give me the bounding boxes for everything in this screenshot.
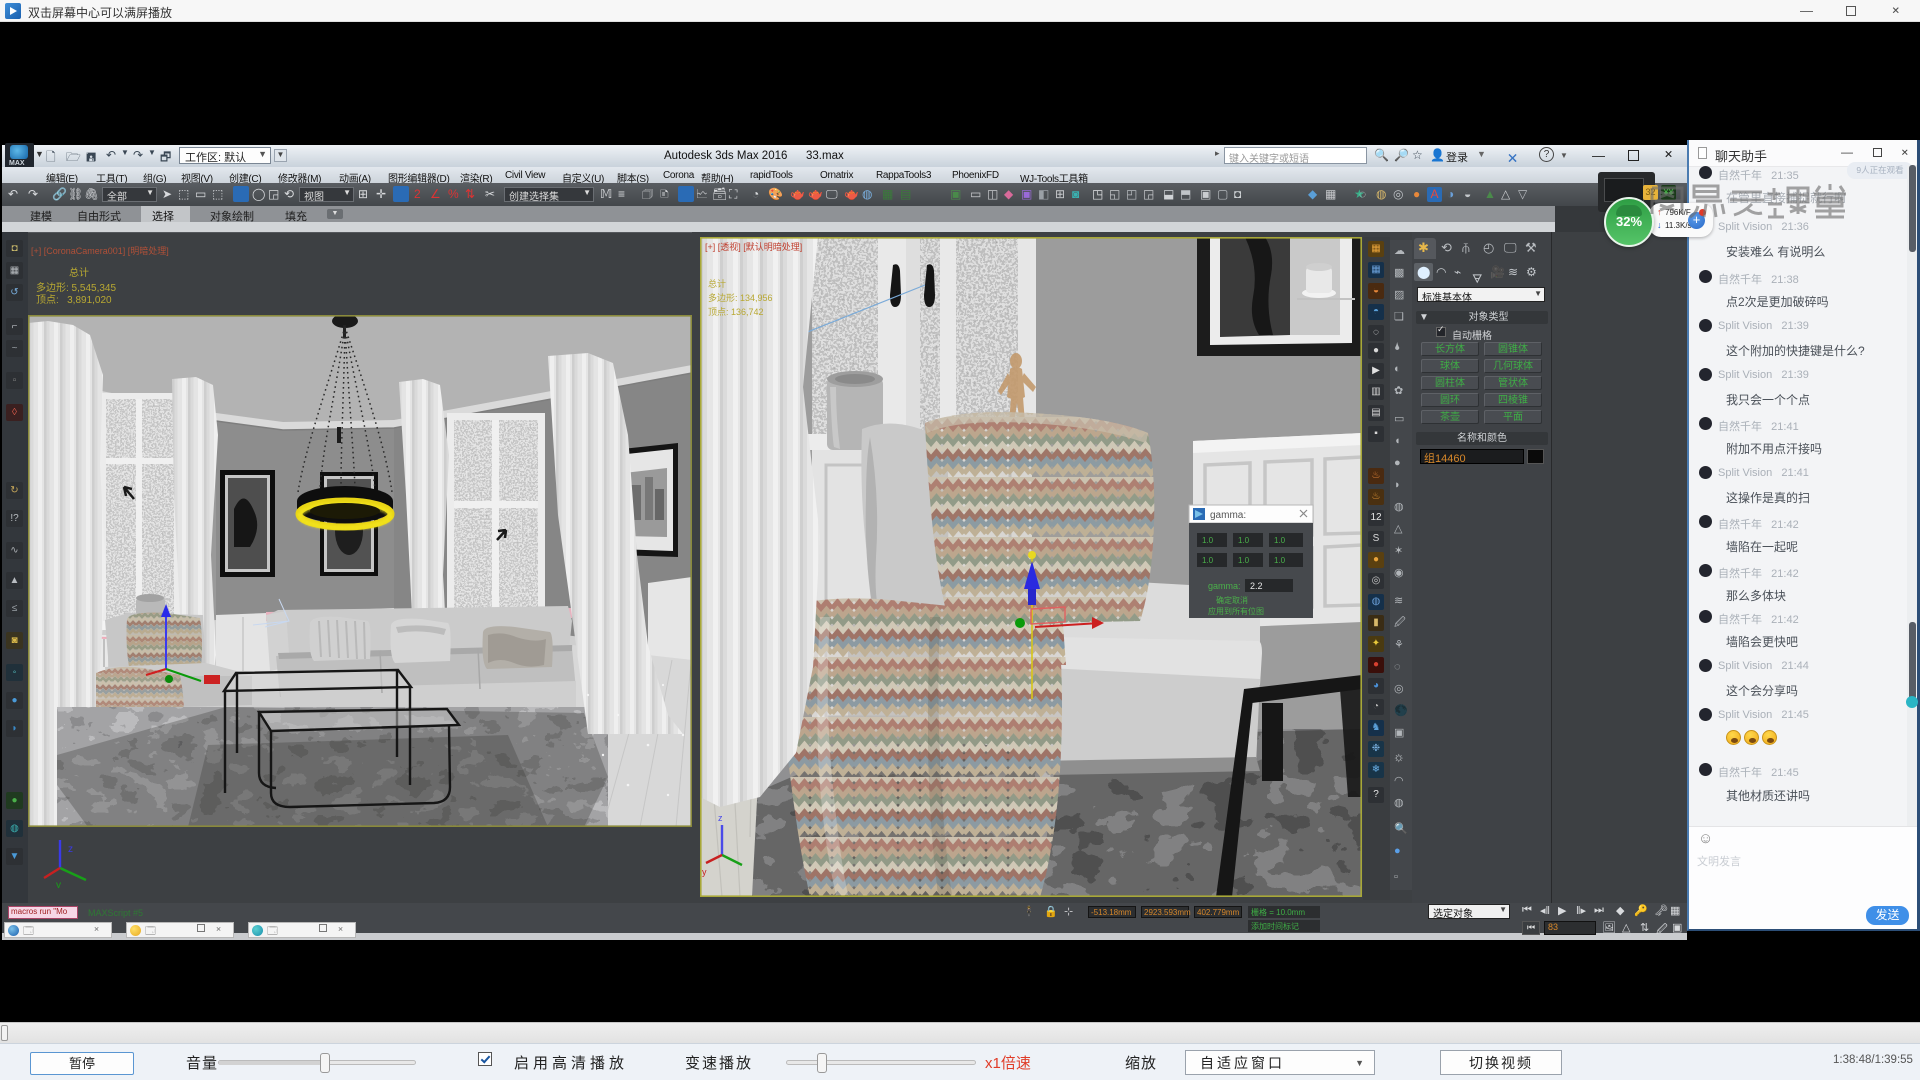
svg-text:z: z (718, 813, 723, 823)
svg-text:1.0: 1.0 (1202, 536, 1214, 545)
svg-text:顶点: 136,742: 顶点: 136,742 (708, 307, 764, 317)
svg-text:确定取消: 确定取消 (1216, 595, 1248, 605)
svg-text:1.0: 1.0 (1274, 536, 1286, 545)
svg-text:gamma:: gamma: (1210, 510, 1246, 521)
svg-text:y: y (56, 880, 61, 888)
svg-text:2.2: 2.2 (1250, 581, 1263, 591)
svg-text:总计: 总计 (708, 278, 726, 289)
svg-text:1.0: 1.0 (1202, 556, 1214, 565)
svg-text:1.0: 1.0 (1238, 536, 1250, 545)
svg-text:[+] [透视] [默认明暗处理]: [+] [透视] [默认明暗处理] (705, 241, 802, 252)
svg-text:应用到所有位图: 应用到所有位图 (1208, 606, 1264, 616)
svg-text:z: z (68, 844, 73, 855)
svg-text:y: y (702, 867, 707, 877)
svg-text:1.0: 1.0 (1274, 556, 1286, 565)
svg-text:多边形: 134,956: 多边形: 134,956 (708, 292, 773, 303)
svg-text:gamma:: gamma: (1208, 581, 1241, 591)
svg-text:1.0: 1.0 (1238, 556, 1250, 565)
